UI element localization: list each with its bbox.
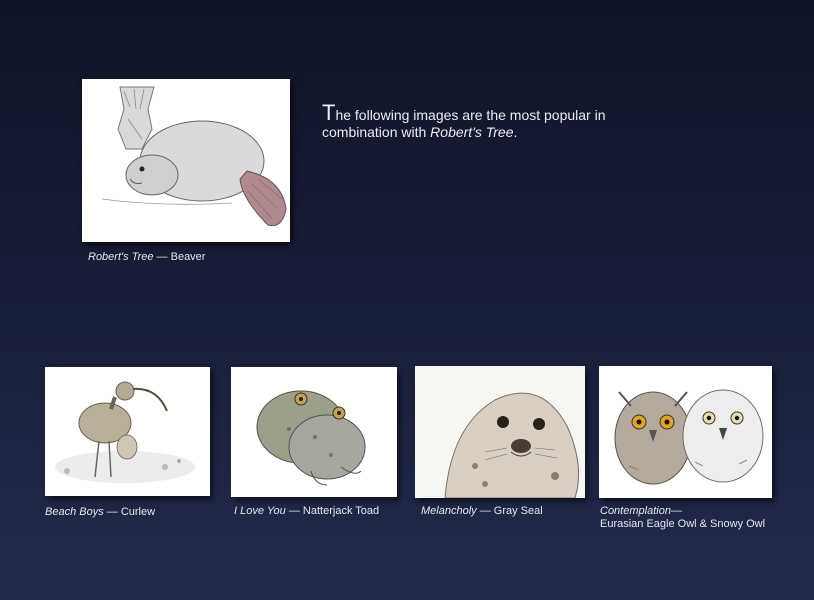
intro-text-after: . [513,124,518,140]
gallery-separator-3: — [476,505,494,517]
gallery-title-3: Melancholy [421,505,477,517]
gallery-caption-2: I Love You — Natterjack Toad [234,505,379,518]
gallery-title-4: Contemplation [600,505,671,517]
curlew-drawing-thumbnail[interactable] [45,367,210,496]
curlew-drawing-image [45,367,210,496]
toad-drawing-image [231,367,397,497]
intro-dropcap: T [322,100,336,125]
gallery-title-2: I Love You [234,505,286,517]
gallery-caption-1: Beach Boys — Curlew [45,506,155,519]
toad-drawing-thumbnail[interactable] [231,367,397,497]
featured-separator: — [153,251,171,263]
featured-caption: Robert's Tree — Beaver [88,251,205,264]
featured-subject: Beaver [170,251,206,263]
intro-text: The following images are the most popula… [322,102,612,141]
gallery-subject-3: Gray Seal [493,505,543,517]
gallery-subject-4: Eurasian Eagle Owl & Snowy Owl [600,518,766,530]
gallery-subject-1: Curlew [120,506,156,518]
gallery-separator-2: — [285,505,303,517]
gallery-subject-2: Natterjack Toad [302,505,380,517]
gallery-title-1: Beach Boys [45,506,104,518]
beaver-drawing-image [82,79,290,242]
seal-drawing-image [415,366,585,498]
intro-featured-title: Robert's Tree [430,124,514,140]
seal-drawing-thumbnail[interactable] [415,366,585,498]
gallery-caption-3: Melancholy — Gray Seal [421,505,543,518]
gallery-caption-4: Contemplation— Eurasian Eagle Owl & Snowy… [600,505,765,531]
beaver-drawing-thumbnail[interactable] [82,79,290,242]
owls-drawing-image [599,366,772,498]
gallery-separator-4: — [670,505,682,517]
featured-title: Robert's Tree [88,251,154,263]
owls-drawing-thumbnail[interactable] [599,366,772,498]
gallery-separator-1: — [103,506,121,518]
